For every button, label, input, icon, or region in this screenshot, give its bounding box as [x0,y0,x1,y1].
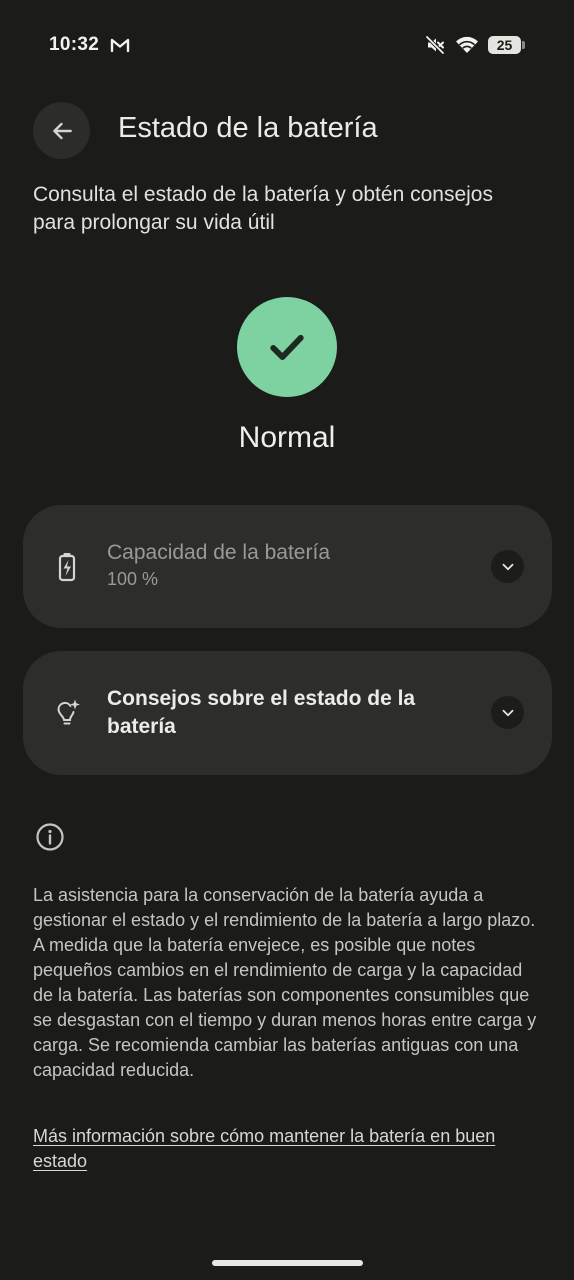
battery-charging-icon [58,553,76,582]
chevron-down-icon [502,563,513,570]
status-time: 10:32 [49,34,100,55]
lightbulb-sparkle-icon [57,699,80,725]
capacity-value: 100 % [107,569,159,589]
health-status-label: Normal [238,421,336,454]
capacity-expand-button[interactable] [491,550,524,583]
mute-icon [425,35,445,55]
health-status-indicator [237,297,337,397]
check-icon [270,334,304,361]
arrow-back-icon [52,122,72,139]
page-title: Estado de la batería [118,112,378,144]
chevron-down-icon [502,709,513,716]
tips-title: Consejos sobre el estado de la batería [107,687,416,738]
tips-expand-button[interactable] [491,696,524,729]
info-icon [36,823,64,851]
learn-more-link[interactable]: Más información sobre cómo mantener la b… [33,1124,523,1174]
info-description: La asistencia para la conservación de la… [33,885,537,1080]
home-indicator[interactable] [212,1260,363,1266]
status-bar: 10:32 25 [0,0,574,90]
back-button[interactable] [33,102,90,159]
battery-tip [522,41,525,49]
battery-tips-card[interactable]: Consejos sobre el estado de la batería [23,651,552,775]
battery-level: 25 [488,36,521,54]
battery-icon: 25 [488,36,526,56]
wifi-icon [456,36,478,53]
capacity-title: Capacidad de la batería [107,541,330,564]
gmail-icon [110,38,130,53]
page-subtitle: Consulta el estado de la batería y obtén… [33,183,493,234]
battery-capacity-card[interactable]: Capacidad de la batería 100 % [23,505,552,628]
